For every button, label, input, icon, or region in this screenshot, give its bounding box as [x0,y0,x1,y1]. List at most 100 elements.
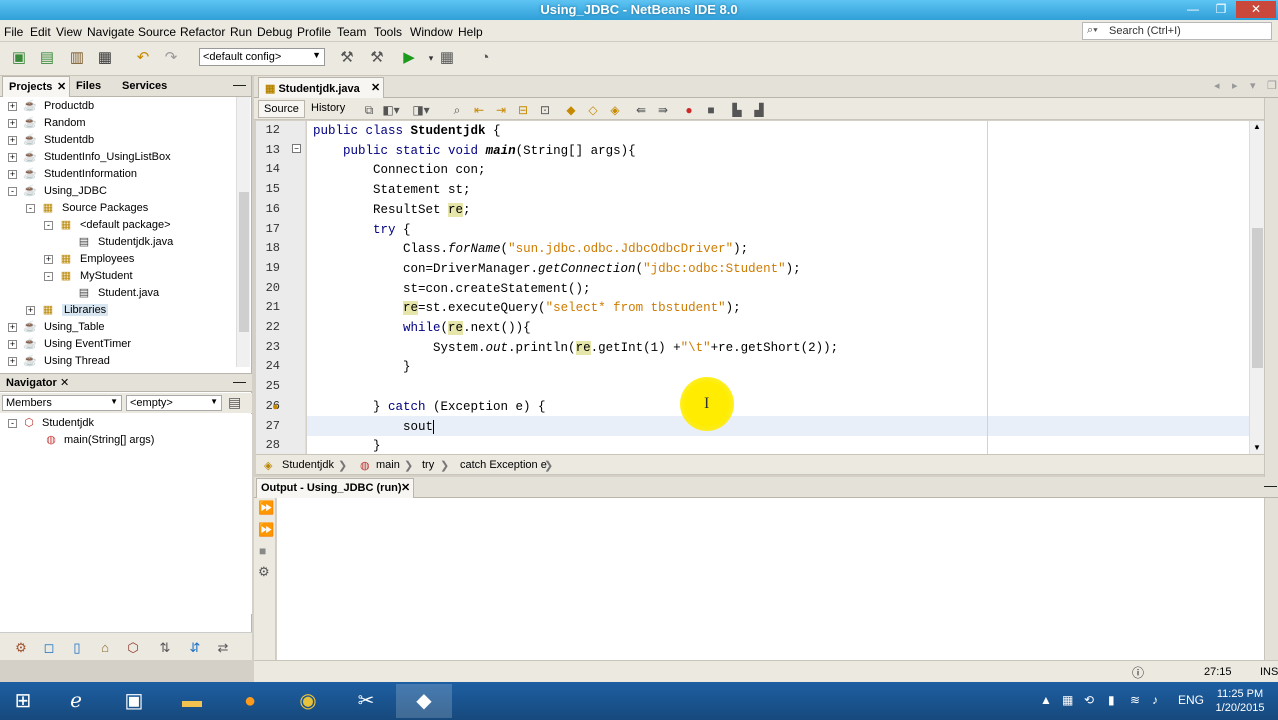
code-line[interactable]: con=DriverManager.getConnection("jdbc:od… [313,259,801,279]
minimize-panel-icon[interactable]: — [233,77,246,92]
new-file-icon[interactable]: ▣ [8,47,30,69]
code-line[interactable]: Statement st; [313,180,471,200]
menu-source[interactable]: Source [138,25,176,39]
open-project-icon[interactable]: ▥ [66,47,88,69]
collapse-icon[interactable]: - [44,221,53,230]
run-icon[interactable]: ▶ [398,47,420,69]
code-line[interactable]: Connection con; [313,160,486,180]
minimize-button[interactable]: — [1180,1,1206,18]
toggle-highlight-icon[interactable]: ⊡ [534,99,556,121]
shift-right-icon[interactable]: ⇛ [652,99,674,121]
volume-icon[interactable]: ♪ [1152,693,1158,707]
history-button[interactable]: History [306,100,350,118]
tab-output[interactable]: Output - Using_JDBC (run) ✕ [256,478,414,498]
sync-icon[interactable]: ⟲ [1084,693,1094,707]
menu-file[interactable]: File [4,25,23,39]
code-line[interactable]: } [313,436,381,454]
clean-build-icon[interactable]: ⚒ [366,47,388,69]
expand-icon[interactable]: + [26,306,35,315]
expand-icon[interactable]: + [8,102,17,111]
code-line[interactable]: System.out.println(re.getInt(1) +"\t"+re… [313,338,838,358]
find-next-icon[interactable]: ⇥ [490,99,512,121]
tab-files[interactable]: Files [70,76,114,97]
menu-view[interactable]: View [56,25,82,39]
expand-icon[interactable]: + [8,170,17,179]
filter-options-icon[interactable]: ▤ [228,394,241,411]
maximize-icon[interactable]: ❐ [1267,79,1277,92]
maximize-button[interactable]: ❐ [1208,1,1234,18]
expand-icon[interactable]: + [8,340,17,349]
minimize-panel-icon[interactable]: — [1264,478,1277,493]
code-line[interactable]: try { [313,220,411,240]
close-icon[interactable]: ✕ [371,81,380,94]
tree-item[interactable]: - ▦ Source Packages [0,200,236,217]
settings-icon[interactable]: ⚙ [258,564,270,580]
code-line[interactable]: public class Studentjdk { [313,121,501,141]
clock[interactable]: 11:25 PM 1/20/2015 [1205,687,1275,715]
menu-run[interactable]: Run [230,25,252,39]
breadcrumb-method[interactable]: main [376,459,400,471]
projects-scrollbar[interactable] [236,97,250,367]
fields-icon[interactable]: ⚙ [10,637,32,659]
find-selection-icon[interactable]: ⊟ [512,99,534,121]
prev-bookmark-icon[interactable]: ◆ [560,99,582,121]
redo-icon[interactable]: ↷ [160,47,182,69]
menu-profile[interactable]: Profile [297,25,331,39]
scroll-thumb[interactable] [239,192,249,332]
menu-navigate[interactable]: Navigate [87,25,134,39]
next-bookmark-icon[interactable]: ◇ [582,99,604,121]
breadcrumb-class[interactable]: Studentjdk [282,459,334,471]
code-line[interactable]: st=con.createStatement(); [313,279,591,299]
find-icon[interactable]: ⌕ [446,99,468,121]
tab-studentjdk[interactable]: ▦ Studentjdk.java ✕ [258,77,384,98]
menu-refactor[interactable]: Refactor [180,25,225,39]
expand-icon[interactable]: + [44,255,53,264]
battery-icon[interactable]: ▮ [1108,693,1115,707]
breadcrumb-catch[interactable]: catch Exception e [460,459,547,471]
inner-class-icon[interactable]: ⌂ [94,637,116,659]
rerun-icon[interactable]: ⏩ [258,500,274,516]
code-line[interactable]: } catch (Exception e) { [313,397,546,417]
collapse-icon[interactable]: - [8,187,17,196]
navigator-item[interactable]: - ⬡ Studentjdk [0,415,250,432]
scroll-up-icon[interactable]: ▲ [1253,122,1261,131]
editor-scrollbar[interactable]: ▲ ▼ [1249,121,1264,454]
tree-item[interactable]: - ▦ <default package> [0,217,236,234]
toggle-bookmark-icon[interactable]: ◈ [604,99,626,121]
windows-start-icon[interactable]: ⊞ [0,684,46,718]
scroll-left-icon[interactable]: ◂ [1214,79,1220,92]
save-all-icon[interactable]: ▦ [94,47,116,69]
navigator-item[interactable]: ◍ main(String[] args) [0,432,250,449]
menu-edit[interactable]: Edit [30,25,51,39]
fold-toggle-icon[interactable]: − [292,144,301,153]
tree-item[interactable]: ▤ Student.java [0,285,236,302]
netbeans-icon[interactable]: ◆ [396,684,452,718]
filter-select[interactable]: <empty> ▼ [126,395,222,411]
code-line[interactable]: while(re.next()){ [313,318,531,338]
code-line[interactable]: } [313,357,411,377]
new-project-icon[interactable]: ▤ [36,47,58,69]
tree-item[interactable]: + ☕ StudentInformation [0,166,236,183]
forward-icon[interactable]: ◨▾ [410,99,432,121]
collapse-icon[interactable]: - [26,204,35,213]
search-input[interactable]: ⌕▾ Search (Ctrl+I) [1082,22,1272,40]
expand-icon[interactable]: + [8,357,17,366]
menu-window[interactable]: Window [410,25,453,39]
debug-icon[interactable]: ▦ [436,47,458,69]
tree-item[interactable]: - ▦ MyStudent [0,268,236,285]
stop-icon[interactable]: ■ [259,544,266,558]
show-hidden-icon[interactable]: ▲ [1040,693,1052,707]
breadcrumb-try[interactable]: try [422,459,434,471]
expand-icon[interactable]: + [8,119,17,128]
javadoc-icon[interactable]: ⇄ [212,637,234,659]
tree-item[interactable]: + ☕ Using Thread [0,353,236,370]
file-explorer-icon[interactable]: ▬ [164,684,220,718]
internet-explorer-icon[interactable]: ℯ [48,684,104,718]
source-button[interactable]: Source [258,100,305,118]
tree-item[interactable]: + ☕ Using EventTimer [0,336,236,353]
chrome-icon[interactable]: ◉ [280,684,336,718]
expand-icon[interactable]: + [8,136,17,145]
code-line[interactable]: sout​ [313,417,435,437]
store-icon[interactable]: ▣ [106,684,162,718]
close-icon[interactable]: ✕ [401,481,410,494]
